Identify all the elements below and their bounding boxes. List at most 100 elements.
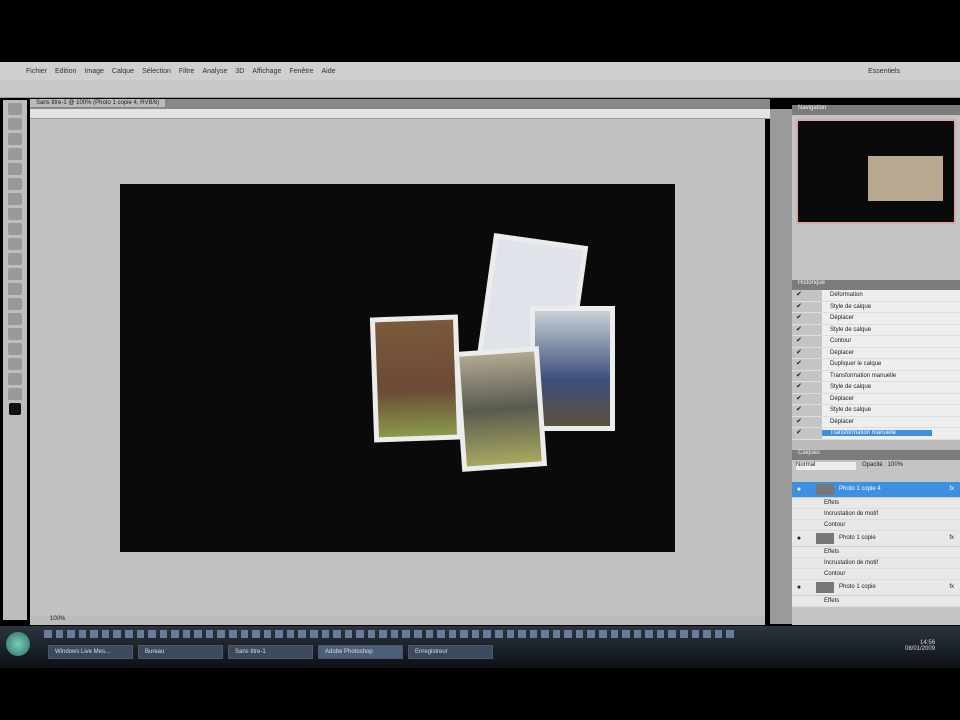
checkmark-icon[interactable]: ✔	[792, 393, 822, 404]
history-state[interactable]: ✔ Déplacer	[792, 416, 960, 428]
healing-tool-icon[interactable]	[8, 193, 22, 205]
quick-launch-icon[interactable]	[633, 630, 642, 638]
checkmark-icon[interactable]: ✔	[792, 290, 822, 301]
quick-launch-icon[interactable]	[101, 630, 110, 638]
quick-launch-icon[interactable]	[645, 630, 653, 638]
checkmark-icon[interactable]: ✔	[792, 301, 822, 312]
pen-tool-icon[interactable]	[8, 313, 22, 325]
quick-launch-icon[interactable]	[171, 630, 179, 638]
blur-tool-icon[interactable]	[8, 283, 22, 295]
gradient-tool-icon[interactable]	[8, 268, 22, 280]
history-state[interactable]: ✔ Déplacer	[792, 393, 960, 405]
layer-effect[interactable]: Incrustation de motif	[792, 508, 960, 520]
document-tab[interactable]: Sans titre-1 @ 100% (Photo 1 copie 4, RV…	[30, 99, 770, 109]
quick-launch-icon[interactable]	[67, 630, 75, 638]
quick-launch-icon[interactable]	[298, 630, 306, 638]
checkmark-icon[interactable]: ✔	[792, 324, 822, 335]
fx-icon[interactable]: fx	[949, 486, 954, 492]
navigator-tab[interactable]: Navigation	[792, 105, 960, 115]
layer-effect[interactable]: Effets	[792, 595, 960, 607]
taskbar-item[interactable]: Bureau	[138, 645, 223, 659]
layer-effect[interactable]: Effets	[792, 546, 960, 558]
menu-3d[interactable]: 3D	[235, 68, 244, 75]
menu-help[interactable]: Aide	[321, 68, 335, 75]
checkmark-icon[interactable]: ✔	[792, 382, 822, 393]
photo-boar[interactable]	[369, 314, 463, 443]
quick-launch-icon[interactable]	[552, 630, 561, 638]
quick-launch-icon[interactable]	[194, 630, 202, 638]
menu-view[interactable]: Affichage	[252, 68, 281, 75]
clock[interactable]: 14:56 08/01/2009	[905, 640, 935, 652]
history-state[interactable]: ✔ Style de calque	[792, 405, 960, 417]
quick-launch-icon[interactable]	[414, 630, 422, 638]
quick-launch-icon[interactable]	[726, 630, 734, 638]
menu-select[interactable]: Sélection	[142, 68, 171, 75]
quick-launch-icon[interactable]	[217, 630, 225, 638]
quick-launch-icon[interactable]	[656, 630, 665, 638]
quick-launch-icon[interactable]	[714, 630, 723, 638]
stamp-tool-icon[interactable]	[8, 223, 22, 235]
quick-launch-icon[interactable]	[240, 630, 249, 638]
quick-launch-icon[interactable]	[182, 630, 191, 638]
menu-layer[interactable]: Calque	[112, 68, 134, 75]
start-button[interactable]	[6, 632, 30, 656]
checkmark-icon[interactable]: ✔	[792, 370, 822, 381]
history-brush-tool-icon[interactable]	[8, 238, 22, 250]
checkmark-icon[interactable]: ✔	[792, 416, 822, 427]
quick-launch-icon[interactable]	[263, 630, 272, 638]
quick-launch-icon[interactable]	[205, 630, 214, 638]
history-state[interactable]: ✔ Transformation manuelle	[792, 428, 960, 440]
quick-launch-icon[interactable]	[575, 630, 584, 638]
fx-icon[interactable]: fx	[949, 584, 954, 590]
quick-launch-icon[interactable]	[159, 630, 168, 638]
quick-launch-icon[interactable]	[286, 630, 295, 638]
quick-launch-icon[interactable]	[622, 630, 630, 638]
quick-launch-icon[interactable]	[471, 630, 480, 638]
quick-launch-icon[interactable]	[44, 630, 52, 638]
history-state[interactable]: ✔ Style de calque	[792, 301, 960, 313]
photo-woman[interactable]	[453, 346, 548, 472]
quick-launch-icon[interactable]	[402, 630, 410, 638]
history-state[interactable]: ✔ Déplacer	[792, 347, 960, 359]
eye-icon[interactable]: ●	[792, 535, 806, 542]
quick-launch-icon[interactable]	[425, 630, 434, 638]
quick-launch-icon[interactable]	[148, 630, 156, 638]
quick-launch-icon[interactable]	[344, 630, 353, 638]
layer-row[interactable]: ● Photo 1 copie fx	[792, 530, 960, 547]
quick-launch-icon[interactable]	[610, 630, 619, 638]
menu-filter[interactable]: Filtre	[179, 68, 195, 75]
menu-window[interactable]: Fenêtre	[289, 68, 313, 75]
quick-launch-icon[interactable]	[703, 630, 711, 638]
eye-icon[interactable]: ●	[792, 486, 806, 493]
quick-launch-icon[interactable]	[124, 630, 133, 638]
layer-effect[interactable]: Contour	[792, 519, 960, 531]
layers-tab[interactable]: Calques	[792, 449, 960, 460]
type-tool-icon[interactable]	[8, 328, 22, 340]
quick-launch-icon[interactable]	[367, 630, 376, 638]
brush-tool-icon[interactable]	[8, 208, 22, 220]
navigator-preview[interactable]	[796, 119, 956, 224]
quick-launch-icon[interactable]	[460, 630, 468, 638]
quick-launch-icon[interactable]	[309, 630, 318, 638]
quick-launch-icon[interactable]	[252, 630, 260, 638]
history-state[interactable]: ✔ Contour	[792, 336, 960, 348]
quick-launch-icon[interactable]	[506, 630, 515, 638]
checkmark-icon[interactable]: ✔	[792, 347, 822, 358]
quick-launch-icon[interactable]	[541, 630, 549, 638]
menu-file[interactable]: Fichier	[26, 68, 47, 75]
menu-analysis[interactable]: Analyse	[202, 68, 227, 75]
document-canvas[interactable]	[120, 184, 675, 552]
foreground-color-swatch[interactable]	[9, 403, 21, 415]
quick-launch-icon[interactable]	[518, 630, 526, 638]
quick-launch-icon[interactable]	[390, 630, 399, 638]
quick-launch-icon[interactable]	[494, 630, 503, 638]
layer-row[interactable]: ● Photo 1 copie 4 fx	[792, 481, 960, 498]
options-bar[interactable]	[0, 80, 960, 98]
quick-launch-icon[interactable]	[55, 630, 64, 638]
quick-launch-icon[interactable]	[529, 630, 538, 638]
quick-launch-icon[interactable]	[333, 630, 341, 638]
quick-launch-icon[interactable]	[599, 630, 607, 638]
quick-launch-icon[interactable]	[379, 630, 387, 638]
checkmark-icon[interactable]: ✔	[792, 336, 822, 347]
taskbar-item[interactable]: Sans titre-1	[228, 645, 313, 659]
